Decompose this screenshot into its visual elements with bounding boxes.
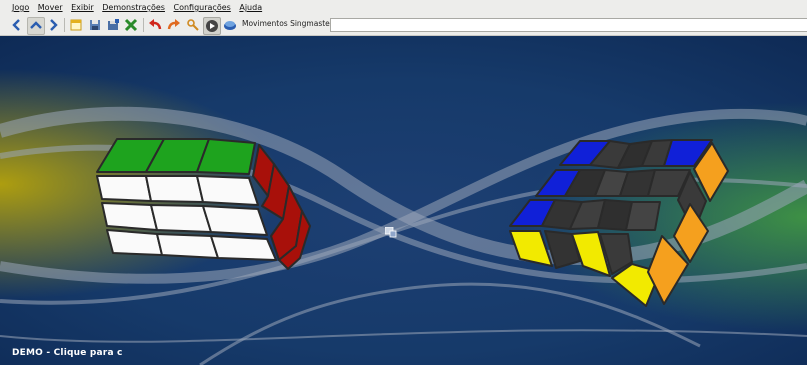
- sticker-white-3: [196, 175, 259, 206]
- undo-button[interactable]: [147, 17, 163, 33]
- menu-ajuda[interactable]: Ajuda: [239, 3, 262, 12]
- menu-exibir[interactable]: Exibir: [71, 3, 94, 12]
- menu-mover[interactable]: Mover: [38, 3, 63, 12]
- forward-button[interactable]: [45, 17, 61, 33]
- scramble-icon: [124, 18, 138, 32]
- toolbar-separator: [64, 18, 65, 32]
- toolbar: Movimentos Singmaster: [0, 15, 807, 36]
- sticker-white-2: [145, 175, 204, 203]
- menu-bar: Jogo Mover Exibir Demonstrações Configur…: [0, 0, 807, 15]
- singmaster-moves-input[interactable]: [330, 18, 807, 32]
- singmaster-label: Movimentos Singmaster: [242, 19, 333, 28]
- scramble-button[interactable]: [123, 17, 139, 33]
- mouse-cursor-icon: [385, 227, 397, 238]
- sticker-white-6: [202, 205, 268, 236]
- new-game-button[interactable]: [68, 17, 84, 33]
- save-button[interactable]: [87, 17, 103, 33]
- new-game-icon: [70, 19, 82, 31]
- cube-scene[interactable]: [0, 36, 807, 365]
- undo-icon: [149, 19, 162, 30]
- sticker-white-5: [150, 204, 212, 233]
- back-button[interactable]: [9, 17, 25, 33]
- save-icon: [90, 20, 100, 30]
- sticker-white-8: [156, 233, 219, 259]
- sticker-white-1: [96, 175, 152, 202]
- save-as-button[interactable]: [105, 17, 121, 33]
- menu-configuracoes[interactable]: Configurações: [174, 3, 231, 12]
- status-text: DEMO - Clique para c: [12, 348, 123, 358]
- sticker-white-7: [106, 229, 163, 256]
- stop-icon: [224, 21, 236, 30]
- toolbar-separator: [143, 18, 144, 32]
- search-button[interactable]: [185, 17, 201, 33]
- up-arrow-icon: [30, 21, 42, 29]
- redo-icon: [167, 19, 180, 30]
- play-icon: [206, 20, 218, 32]
- application-window: Jogo Mover Exibir Demonstrações Configur…: [0, 0, 807, 365]
- sticker-white-4: [101, 202, 158, 231]
- sticker-dark-12: [625, 201, 661, 231]
- menu-jogo[interactable]: Jogo: [12, 3, 29, 12]
- sticker-white-9: [210, 235, 277, 261]
- up-button[interactable]: [27, 17, 45, 35]
- play-button[interactable]: [203, 17, 221, 35]
- save-as-icon: [108, 19, 119, 30]
- stop-button[interactable]: [222, 17, 238, 33]
- menu-demonstracoes[interactable]: Demonstrações: [102, 3, 165, 12]
- redo-button[interactable]: [166, 17, 182, 33]
- search-icon: [187, 19, 199, 31]
- back-arrow-icon: [12, 19, 20, 31]
- forward-arrow-icon: [50, 19, 58, 31]
